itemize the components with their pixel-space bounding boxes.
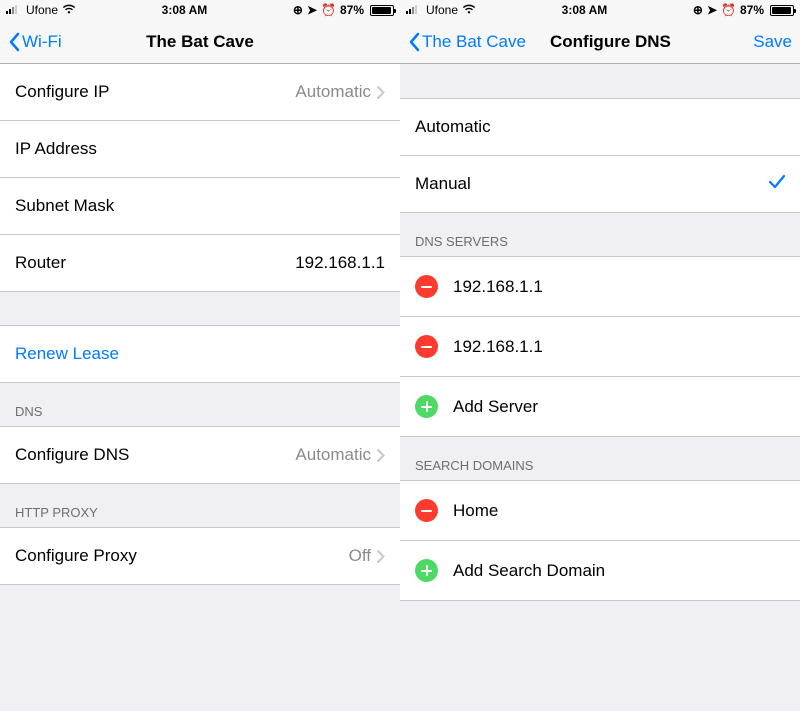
row-router[interactable]: Router 192.168.1.1 — [0, 234, 400, 292]
row-configure-ip[interactable]: Configure IP Automatic — [0, 64, 400, 121]
chevron-left-icon — [408, 32, 420, 52]
row-value: Off — [137, 546, 377, 566]
row-add-server[interactable]: Add Server — [400, 376, 800, 437]
row-value: Automatic — [129, 445, 377, 465]
battery-icon — [770, 5, 794, 16]
nav-bar: Wi-Fi The Bat Cave — [0, 20, 400, 64]
nav-bar: The Bat Cave Configure DNS Save — [400, 20, 800, 64]
row-label: Home — [453, 501, 498, 521]
chevron-right-icon — [377, 449, 385, 462]
section-header-dns: DNS — [0, 382, 400, 426]
back-label: Wi-Fi — [22, 32, 62, 52]
save-button[interactable]: Save — [753, 32, 792, 52]
location-icon: ➤ — [307, 3, 317, 17]
row-value: Automatic — [110, 82, 378, 102]
row-value: 192.168.1.1 — [66, 253, 385, 273]
row-label: Automatic — [415, 117, 491, 137]
add-icon[interactable] — [415, 559, 438, 582]
row-label: Manual — [415, 174, 471, 194]
row-label: 192.168.1.1 — [453, 337, 543, 357]
row-label: Subnet Mask — [15, 196, 114, 216]
carrier-label: Ufone — [26, 3, 58, 17]
status-bar: Ufone 3:08 AM ⊕ ➤ ⏰ 87% — [0, 0, 400, 20]
row-label: Configure IP — [15, 82, 110, 102]
delete-icon[interactable] — [415, 499, 438, 522]
section-header-search-domains: SEARCH DOMAINS — [400, 436, 800, 480]
status-time: 3:08 AM — [476, 3, 693, 17]
carrier-label: Ufone — [426, 3, 458, 17]
section-header-dns-servers: DNS SERVERS — [400, 212, 800, 256]
battery-pct: 87% — [340, 3, 364, 17]
location-icon: ➤ — [707, 3, 717, 17]
row-configure-proxy[interactable]: Configure Proxy Off — [0, 527, 400, 585]
row-label: Renew Lease — [15, 344, 119, 364]
row-search-domain[interactable]: Home — [400, 480, 800, 541]
chevron-right-icon — [377, 86, 385, 99]
chevron-left-icon — [8, 32, 20, 52]
delete-icon[interactable] — [415, 335, 438, 358]
back-button[interactable]: Wi-Fi — [8, 32, 62, 52]
battery-pct: 87% — [740, 3, 764, 17]
chevron-right-icon — [377, 550, 385, 563]
row-ip-address[interactable]: IP Address — [0, 120, 400, 178]
row-label: Configure DNS — [15, 445, 129, 465]
row-label: 192.168.1.1 — [453, 277, 543, 297]
row-manual[interactable]: Manual — [400, 155, 800, 213]
row-dns-server[interactable]: 192.168.1.1 — [400, 316, 800, 377]
row-label: Router — [15, 253, 66, 273]
signal-bars-icon — [406, 3, 422, 17]
checkmark-icon — [769, 174, 785, 194]
content-list: Automatic Manual DNS SERVERS 192.168.1.1… — [400, 64, 800, 601]
row-label: IP Address — [15, 139, 97, 159]
battery-icon — [370, 5, 394, 16]
row-label: Add Search Domain — [453, 561, 605, 581]
alarm-icon: ⏰ — [321, 3, 336, 17]
spacer — [0, 291, 400, 325]
lock-rotation-icon: ⊕ — [693, 3, 703, 17]
add-icon[interactable] — [415, 395, 438, 418]
alarm-icon: ⏰ — [721, 3, 736, 17]
section-header-proxy: HTTP PROXY — [0, 483, 400, 527]
lock-rotation-icon: ⊕ — [293, 3, 303, 17]
row-label: Add Server — [453, 397, 538, 417]
wifi-icon — [62, 3, 76, 17]
screen-wifi-detail: Ufone 3:08 AM ⊕ ➤ ⏰ 87% Wi-Fi The Bat Ca… — [0, 0, 400, 711]
row-dns-server[interactable]: 192.168.1.1 — [400, 256, 800, 317]
back-button[interactable]: The Bat Cave — [408, 32, 526, 52]
status-bar: Ufone 3:08 AM ⊕ ➤ ⏰ 87% — [400, 0, 800, 20]
spacer — [400, 64, 800, 98]
row-label: Configure Proxy — [15, 546, 137, 566]
row-subnet[interactable]: Subnet Mask — [0, 177, 400, 235]
back-label: The Bat Cave — [422, 32, 526, 52]
delete-icon[interactable] — [415, 275, 438, 298]
screen-configure-dns: Ufone 3:08 AM ⊕ ➤ ⏰ 87% The Bat Cave Con… — [400, 0, 800, 711]
row-add-search-domain[interactable]: Add Search Domain — [400, 540, 800, 601]
row-configure-dns[interactable]: Configure DNS Automatic — [0, 426, 400, 484]
wifi-icon — [462, 3, 476, 17]
renew-lease-button[interactable]: Renew Lease — [0, 325, 400, 383]
status-time: 3:08 AM — [76, 3, 293, 17]
content-list: Configure IP Automatic IP Address Subnet… — [0, 64, 400, 585]
row-automatic[interactable]: Automatic — [400, 98, 800, 156]
signal-bars-icon — [6, 3, 22, 17]
